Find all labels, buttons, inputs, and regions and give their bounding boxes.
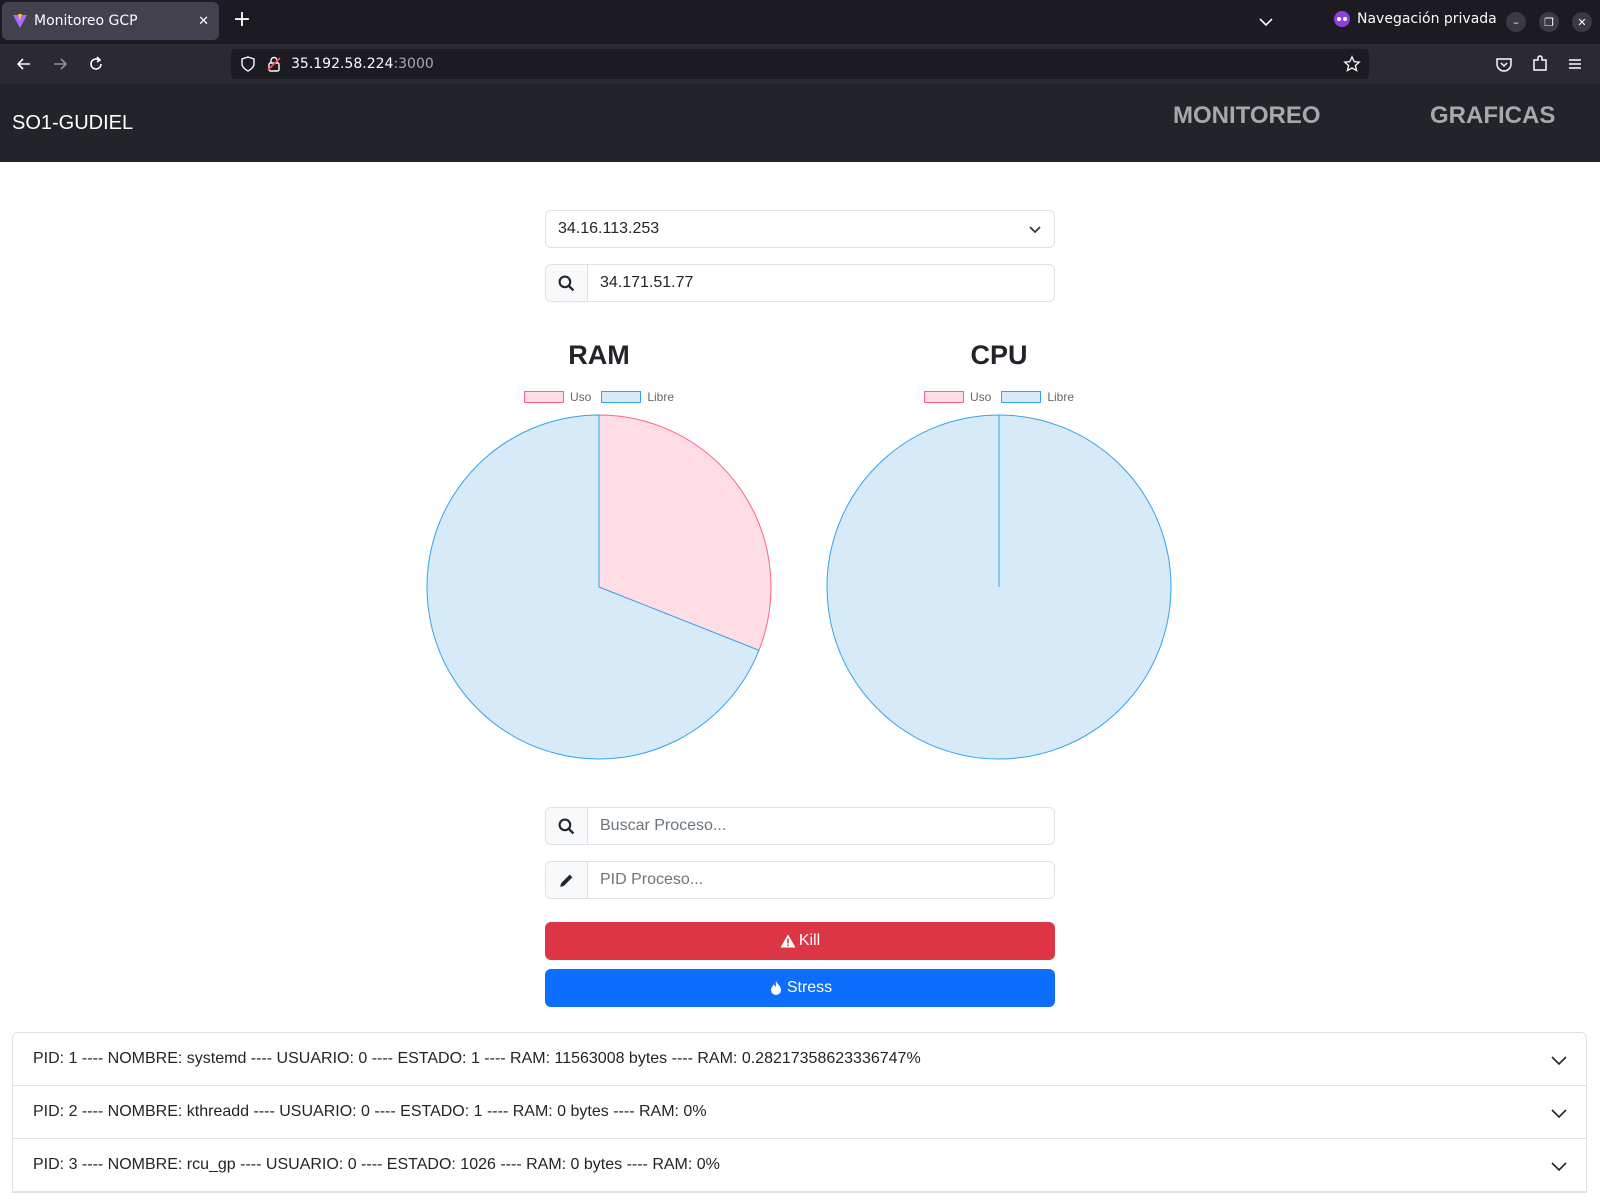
warning-triangle-icon [780,934,796,948]
pencil-icon [546,862,588,898]
legend-label-uso: Uso [569,390,592,404]
browser-tab[interactable]: Monitoreo GCP ✕ [2,2,219,40]
legend-swatch-uso [523,391,564,403]
legend-item-libre[interactable]: Libre [1001,390,1074,404]
process-row-text: PID: 2 ---- NOMBRE: kthreadd ---- USUARI… [33,1103,707,1120]
ram-chart-legend: Uso Libre [419,390,779,404]
cpu-chart-title: CPU [970,340,1028,370]
process-row-text: PID: 3 ---- NOMBRE: rcu_gp ---- USUARIO:… [33,1156,720,1173]
kill-button-label: Kill [798,932,821,949]
insecure-lock-icon[interactable] [265,55,283,73]
new-tab-icon[interactable]: + [230,9,254,33]
process-row[interactable]: PID: 1 ---- NOMBRE: systemd ---- USUARIO… [13,1033,1586,1086]
ram-chart: RAM Uso Libre [419,340,779,770]
process-search-input[interactable] [588,808,1054,844]
brand-link[interactable]: SO1-GUDIEL [12,112,133,135]
legend-swatch-libre [601,391,642,403]
restore-window-icon[interactable]: ❐ [1539,12,1559,32]
close-window-icon[interactable]: ✕ [1572,12,1592,32]
cpu-chart: CPU Uso Libre [819,340,1179,770]
process-row[interactable]: PID: 2 ---- NOMBRE: kthreadd ---- USUARI… [13,1086,1586,1139]
url-host: 35.192.58.224 [291,56,394,72]
tracking-protection-shield-icon[interactable] [239,55,257,73]
private-browsing-label: Navegación privada [1357,11,1497,27]
browser-tab-bar: Monitoreo GCP ✕ + Navegación privada – ❐… [0,0,1600,44]
search-icon [546,265,588,301]
process-accordion: PID: 1 ---- NOMBRE: systemd ---- USUARIO… [12,1032,1587,1193]
nav-link-monitoreo[interactable]: MONITOREO [1173,102,1321,130]
legend-swatch-libre [1001,391,1042,403]
url-port: :3000 [393,56,434,72]
reload-icon[interactable] [86,54,106,74]
chevron-down-icon [1029,226,1041,234]
legend-item-uso[interactable]: Uso [523,390,592,404]
hamburger-menu-icon[interactable] [1565,54,1585,74]
legend-item-uso[interactable]: Uso [923,390,992,404]
process-search-group [545,807,1055,845]
ip-search-group [545,264,1055,302]
address-bar[interactable]: 35.192.58.224 :3000 [231,49,1369,79]
chevron-down-icon [1551,1109,1567,1119]
vm-select-value: 34.16.113.253 [558,220,660,237]
legend-label-uso: Uso [969,390,992,404]
browser-toolbar: 35.192.58.224 :3000 [0,44,1600,84]
chevron-down-icon [1551,1162,1567,1172]
private-browsing-indicator: Navegación privada [1334,11,1497,27]
tab-title: Monitoreo GCP [34,13,138,29]
forward-arrow-icon[interactable] [50,54,70,74]
bookmark-star-icon[interactable] [1343,55,1361,73]
pocket-icon[interactable] [1494,54,1514,74]
kill-button[interactable]: Kill [545,922,1055,960]
pid-input-group [545,861,1055,899]
nav-link-graficas[interactable]: GRAFICAS [1430,102,1555,130]
close-tab-icon[interactable]: ✕ [198,14,209,29]
minimize-window-icon[interactable]: – [1506,12,1526,32]
search-icon [546,808,588,844]
stress-button[interactable]: Stress [545,969,1055,1007]
legend-label-libre: Libre [1047,390,1075,404]
cpu-chart-legend: Uso Libre [819,390,1179,404]
list-all-tabs-icon[interactable] [1256,12,1276,32]
process-row[interactable]: PID: 3 ---- NOMBRE: rcu_gp ---- USUARIO:… [13,1139,1586,1192]
ram-chart-title: RAM [568,340,630,370]
legend-swatch-uso [923,391,964,403]
app-navbar: SO1-GUDIEL MONITOREO GRAFICAS [0,84,1600,162]
fire-icon [770,981,781,995]
pid-input[interactable] [588,862,1054,898]
chevron-down-icon [1551,1056,1567,1066]
process-row-text: PID: 1 ---- NOMBRE: systemd ---- USUARIO… [33,1050,921,1067]
cpu-pie [826,414,1172,760]
extensions-puzzle-icon[interactable] [1530,54,1550,74]
private-mask-icon [1334,11,1350,27]
legend-item-libre[interactable]: Libre [601,390,674,404]
vite-favicon-icon [13,14,27,28]
back-arrow-icon[interactable] [14,54,34,74]
ram-pie [426,414,772,760]
legend-label-libre: Libre [647,390,675,404]
stress-button-label: Stress [786,979,833,996]
vm-select[interactable]: 34.16.113.253 [545,210,1055,248]
ip-search-input[interactable] [588,265,1054,301]
